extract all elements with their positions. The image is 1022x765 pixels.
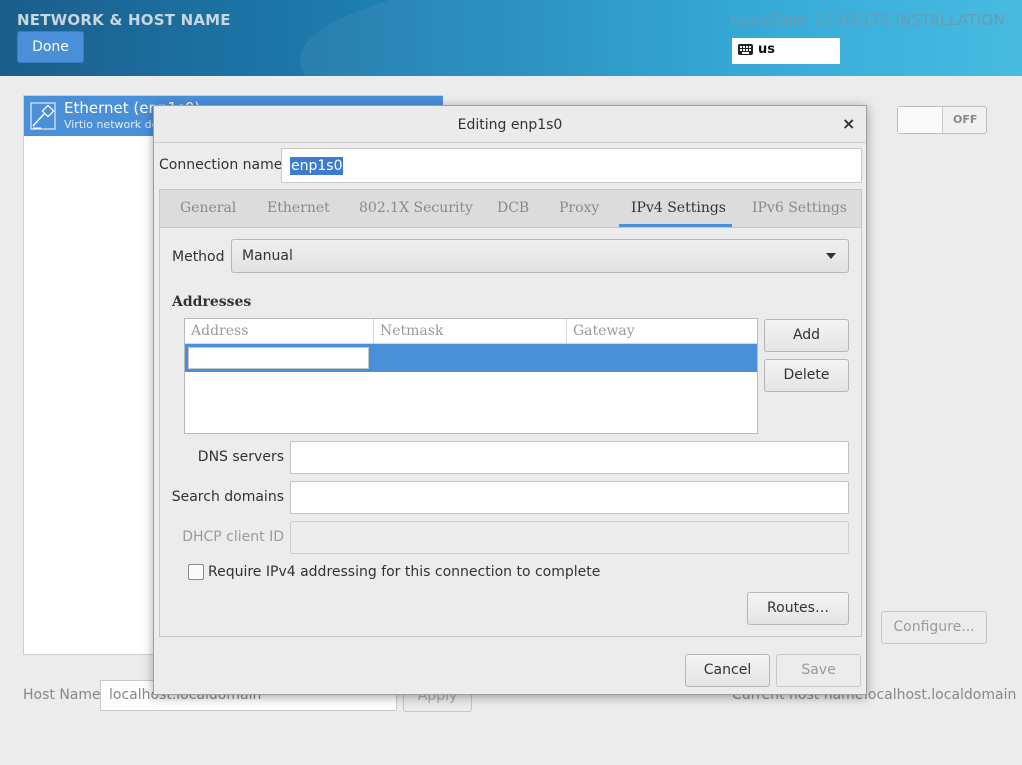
keyboard-layout-label: us [758, 42, 775, 57]
installer-header: NETWORK & HOST NAME openEuler 20.03-LTS … [0, 0, 1022, 76]
toggle-knob [898, 107, 943, 133]
configure-button[interactable]: Configure... [881, 611, 987, 644]
tab-8021x-security[interactable]: 802.1X Security [359, 200, 473, 216]
require-ipv4-checkbox[interactable] [188, 564, 204, 580]
table-row[interactable] [185, 344, 757, 372]
current-host-name-value: localhost.localdomain [864, 687, 1017, 703]
delete-address-button[interactable]: Delete [764, 359, 849, 392]
column-header-netmask[interactable]: Netmask [380, 323, 443, 339]
column-separator [373, 319, 374, 343]
tab-ipv6-settings[interactable]: IPv6 Settings [752, 200, 847, 216]
tab-ethernet[interactable]: Ethernet [267, 200, 330, 216]
tab-proxy[interactable]: Proxy [559, 200, 599, 216]
chevron-down-icon [826, 253, 836, 259]
column-header-gateway[interactable]: Gateway [573, 323, 635, 339]
connection-name-input[interactable]: enp1s0 [281, 148, 862, 183]
product-title: openEuler 20.03-LTS INSTALLATION [730, 11, 1005, 29]
column-separator [566, 319, 567, 343]
ethernet-cable-icon [30, 102, 56, 130]
addresses-table: Address Netmask Gateway [184, 318, 758, 434]
active-tab-indicator [619, 224, 732, 227]
edit-connection-dialog: Editing enp1s0 × Connection name enp1s0 … [153, 105, 867, 695]
tab-bar: General Ethernet 802.1X Security DCB Pro… [160, 190, 861, 228]
method-value: Manual [242, 248, 293, 264]
tab-ipv4-settings[interactable]: IPv4 Settings [631, 200, 726, 216]
address-cell-editor[interactable] [188, 347, 369, 369]
require-ipv4-label[interactable]: Require IPv4 addressing for this connect… [208, 564, 600, 580]
add-address-button[interactable]: Add [764, 319, 849, 352]
tab-general[interactable]: General [180, 200, 236, 216]
routes-button[interactable]: Routes… [747, 592, 849, 625]
cancel-button[interactable]: Cancel [685, 654, 770, 687]
column-header-address[interactable]: Address [191, 323, 248, 339]
dialog-titlebar: Editing enp1s0 × [154, 106, 866, 143]
done-button[interactable]: Done [17, 31, 84, 63]
tab-dcb[interactable]: DCB [497, 200, 529, 216]
page-title: NETWORK & HOST NAME [17, 11, 231, 29]
device-power-toggle[interactable]: OFF [897, 106, 987, 134]
dhcp-client-id-label: DHCP client ID [182, 529, 284, 545]
connection-name-label: Connection name [159, 157, 283, 173]
toggle-label: OFF [953, 113, 978, 126]
method-dropdown[interactable]: Manual [231, 239, 849, 273]
keyboard-icon [738, 44, 753, 55]
dns-servers-input[interactable] [290, 441, 849, 474]
addresses-heading: Addresses [172, 294, 252, 310]
connection-name-value: enp1s0 [290, 157, 344, 175]
save-button[interactable]: Save [776, 654, 861, 687]
dialog-title: Editing enp1s0 [457, 117, 563, 133]
dhcp-client-id-input [290, 521, 849, 554]
search-domains-input[interactable] [290, 481, 849, 514]
settings-notebook: General Ethernet 802.1X Security DCB Pro… [159, 189, 862, 637]
host-name-label: Host Name: [23, 687, 106, 703]
close-icon[interactable]: × [842, 114, 855, 133]
search-domains-label: Search domains [171, 489, 284, 505]
method-label: Method [172, 249, 225, 265]
keyboard-layout-indicator[interactable]: us [732, 38, 840, 64]
dns-servers-label: DNS servers [197, 449, 284, 465]
